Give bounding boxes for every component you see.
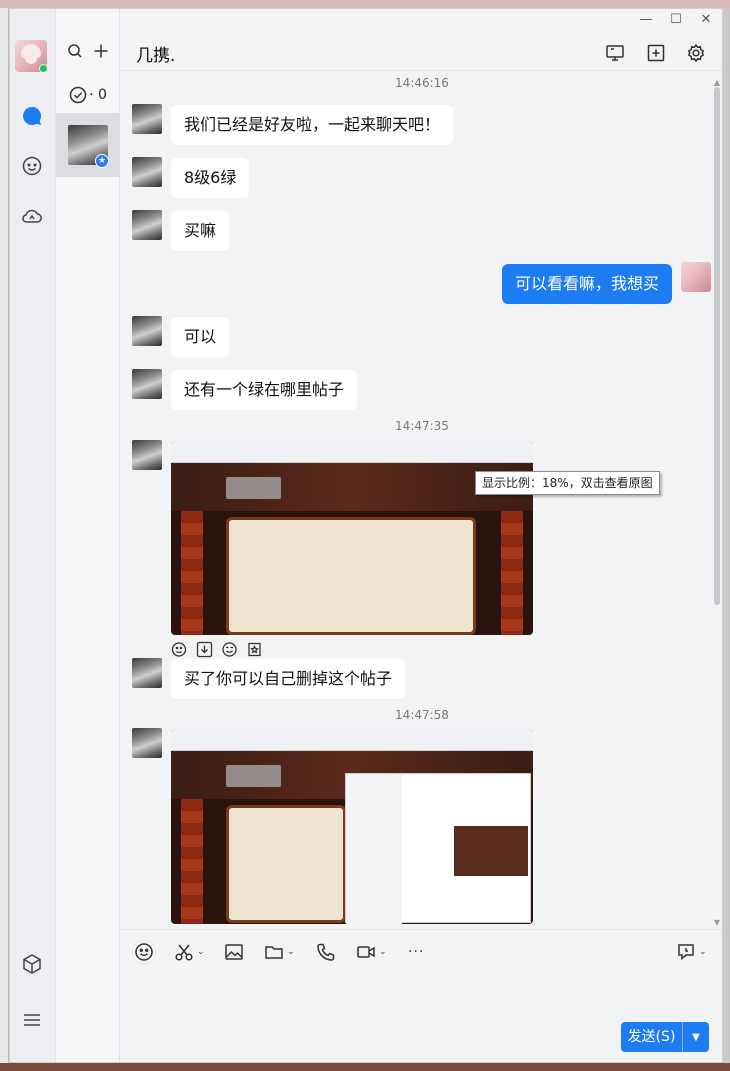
screenshot-scissors-icon[interactable]: ⌄ [174,942,205,962]
composer-toolbar: ⌄ ⌄ ⌄ ··· ⌄ [120,929,722,973]
image-content [501,511,523,635]
add-icon[interactable] [93,43,109,59]
scroll-thumb[interactable] [714,87,720,605]
video-icon[interactable]: ⌄ [356,942,387,962]
image-content [226,765,281,787]
chevron-down-icon[interactable]: ⌄ [287,947,295,957]
image-message[interactable] [171,729,533,924]
sender-avatar[interactable] [132,440,162,470]
sender-avatar[interactable] [132,728,162,758]
chevron-down-icon[interactable]: ⌄ [699,947,707,957]
sender-avatar[interactable] [132,104,162,134]
minimize-button[interactable]: — [639,13,653,27]
sender-avatar[interactable] [132,157,162,187]
more-icon[interactable]: ··· [408,942,424,962]
download-icon[interactable] [196,641,213,658]
my-message-bubble[interactable]: 可以看看嘛，我想买 [501,264,672,304]
sender-avatar[interactable] [132,658,162,688]
image-content [171,729,533,751]
image-content [181,511,203,635]
cube-icon[interactable] [21,953,43,975]
contact-list: · 0 ★ [56,9,120,1062]
settings-gear-icon[interactable] [686,43,706,63]
save-icon[interactable] [246,641,263,658]
folder-icon[interactable]: ⌄ [264,942,295,962]
chevron-down-icon[interactable]: ⌄ [379,947,387,957]
desktop-background-left [0,8,9,1063]
message-bubble[interactable]: 可以 [171,317,230,357]
send-button[interactable]: 发送(S) ▼ [621,1022,709,1052]
image-content [345,773,531,924]
image-content [181,799,203,924]
message-bubble[interactable]: 买了你可以自己删掉这个帖子 [171,659,406,699]
timestamp: 14:46:16 [395,76,449,90]
image-content [171,441,533,463]
message-list[interactable]: 14:46:16 我们已经是好友啦，一起来聊天吧！ 8级6绿 买嘛 可以看看嘛，… [120,72,722,927]
emoji-icon[interactable] [134,942,154,962]
chat-header: — ☐ ✕ 几携. [120,9,722,71]
message-bubble[interactable]: 我们已经是好友啦，一起来聊天吧！ [171,105,454,145]
scroll-down-icon[interactable]: ▼ [712,919,722,927]
send-options-chevron-icon[interactable]: ▼ [683,1032,709,1043]
chat-bubble-icon[interactable] [21,105,43,127]
online-status-dot [39,64,48,73]
my-message-avatar[interactable] [681,262,711,292]
contact-item-selected[interactable]: ★ [56,113,120,177]
message-bubble[interactable]: 8级6绿 [171,158,250,198]
image-action-bar [171,641,263,658]
image-zoom-tooltip: 显示比例：18%，双击查看原图 [475,471,660,495]
todo-row[interactable]: · 0 [56,85,120,105]
maximize-button[interactable]: ☐ [669,13,683,27]
screen-share-icon[interactable] [605,43,625,63]
message-bubble[interactable]: 买嘛 [171,211,230,251]
image-content [454,826,528,876]
contacts-face-icon[interactable] [21,155,43,177]
image-content [346,774,402,924]
contact-badge-star-icon: ★ [95,154,109,168]
timestamp: 14:47:58 [395,708,449,722]
desktop-background-bottom [0,1063,730,1071]
chat-window: · 0 ★ — ☐ ✕ 几携. 14:46:16 我们已经是好友啦，一起来聊天吧… [9,8,723,1063]
chevron-down-icon[interactable]: ⌄ [197,947,205,957]
sticker-icon[interactable] [221,641,238,658]
cloud-icon[interactable] [21,205,43,227]
send-button-label[interactable]: 发送(S) [621,1022,683,1052]
close-button[interactable]: ✕ [699,13,713,27]
nav-rail [10,9,56,1062]
chat-panel: — ☐ ✕ 几携. 14:46:16 我们已经是好友啦，一起来聊天吧！ 8级6绿… [120,9,722,1062]
timestamp: 14:47:35 [395,419,449,433]
phone-icon[interactable] [316,942,336,962]
image-icon[interactable] [224,942,244,962]
chat-title: 几携. [136,46,176,66]
check-circle-icon [69,86,87,104]
add-emoji-icon[interactable] [171,641,188,658]
message-bubble[interactable]: 还有一个绿在哪里帖子 [171,370,358,410]
image-content [226,477,281,499]
image-content [226,805,346,923]
sender-avatar[interactable] [132,369,162,399]
sender-avatar[interactable] [132,316,162,346]
menu-icon[interactable] [21,1009,43,1031]
message-scrollbar[interactable]: ▲ ▼ [712,79,720,927]
scroll-up-icon[interactable]: ▲ [712,79,722,87]
todo-count: · 0 [89,87,107,103]
add-group-icon[interactable] [646,43,666,63]
desktop-background-top [0,0,730,8]
image-content [226,517,476,635]
contact-actions [56,41,120,61]
sender-avatar[interactable] [132,210,162,240]
search-icon[interactable] [67,43,83,59]
chat-history-icon[interactable]: ⌄ [676,942,707,962]
